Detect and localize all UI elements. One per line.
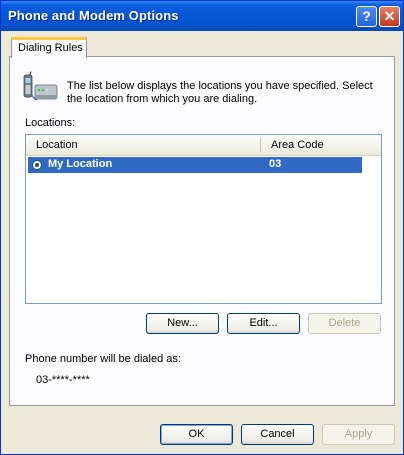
column-header-area-code[interactable]: Area Code — [271, 135, 324, 155]
delete-location-button[interactable]: Delete — [308, 313, 381, 334]
close-button[interactable]: ✕ — [379, 6, 400, 27]
locations-list[interactable]: Location Area Code My Location 03 — [25, 134, 382, 304]
dialed-as-number: 03-****-**** — [36, 374, 90, 386]
dialed-as-label: Phone number will be dialed as: — [25, 353, 181, 365]
list-item[interactable]: My Location 03 — [28, 157, 362, 173]
location-name: My Location — [48, 158, 113, 170]
cancel-button[interactable]: Cancel — [241, 424, 314, 445]
dialog-window: Phone and Modem Options ? ✕ Dialing Rule… — [0, 0, 404, 455]
tab-dialing-rules[interactable]: Dialing Rules — [11, 37, 87, 58]
location-area-code: 03 — [269, 158, 282, 170]
column-header-location[interactable]: Location — [36, 135, 78, 155]
list-header: Location Area Code — [26, 135, 381, 156]
help-button[interactable]: ? — [356, 6, 377, 27]
tab-label: Dialing Rules — [18, 42, 83, 54]
selected-location-radio-icon[interactable] — [32, 160, 42, 170]
title-bar[interactable]: Phone and Modem Options ? ✕ — [1, 1, 403, 31]
apply-button[interactable]: Apply — [322, 424, 395, 445]
locations-label: Locations: — [25, 117, 76, 129]
window-title: Phone and Modem Options — [8, 8, 179, 23]
new-location-button[interactable]: New... — [146, 313, 219, 334]
ok-button[interactable]: OK — [160, 424, 233, 445]
column-separator[interactable] — [260, 138, 261, 152]
edit-location-button[interactable]: Edit... — [227, 313, 300, 334]
phone-modem-icon — [23, 71, 58, 101]
intro-text: The list below displays the locations yo… — [67, 80, 373, 105]
